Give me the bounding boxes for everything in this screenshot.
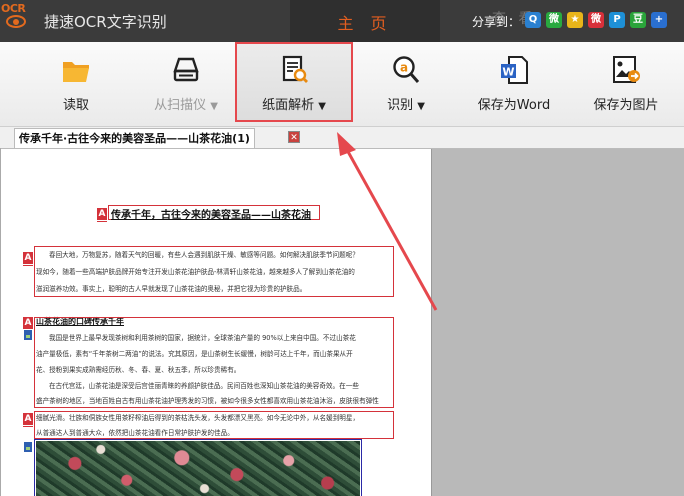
- paragraph-line: 春回大地，万物复苏，随着天气的回暖，有些人会遇到肌肤干燥、敏感等问题。如何解决肌…: [49, 251, 359, 259]
- chevron-down-icon: ▼: [210, 101, 218, 112]
- page-parse-button[interactable]: 纸面解析 ▼: [237, 42, 351, 126]
- camellia-photo: [36, 441, 360, 496]
- paragraph-line: 现如今，随着一些高端护肤品牌开始专注开发山茶花油护肤品-林清轩山茶花油，越来越多…: [36, 268, 355, 276]
- paragraph-line: 花、授粉到果实成熟需经历秋、冬、春、夏、秋五季，所以珍贵稀有。: [36, 366, 241, 374]
- save-word-label: 保存为Word: [477, 98, 551, 113]
- share-label: 分享到：: [472, 15, 521, 29]
- folder-icon: [63, 62, 89, 82]
- scan-label-text: 从扫描仪: [154, 98, 207, 113]
- document-analysis-icon: [282, 55, 308, 83]
- save-image-button[interactable]: 保存为图片: [580, 42, 672, 126]
- tab-home[interactable]: 主 页: [290, 0, 440, 42]
- tab-home-label: 主 页: [337, 14, 393, 33]
- scanner-icon: [173, 57, 199, 82]
- document-tab[interactable]: 传承千年·古往今来的美容圣品——山茶花油(1): [14, 128, 255, 148]
- tencent-weibo-icon[interactable]: P: [609, 12, 625, 28]
- title-bar: OCR 捷速OCR文字识别 主 页 查 看 分享到： Q 微 ★ 微 P 豆 +: [0, 0, 684, 42]
- read-button[interactable]: 读取: [36, 42, 116, 126]
- document-preview[interactable]: A 传承千年，古往今来的美容圣品——山茶花油 A 春回大地，万物复苏，随着天气的…: [1, 149, 430, 496]
- chevron-down-icon: ▼: [318, 101, 326, 112]
- word-file-icon: W: [501, 56, 528, 84]
- save-image-label: 保存为图片: [593, 98, 659, 113]
- text-region-icon: A: [23, 252, 33, 266]
- svg-text:a: a: [400, 61, 408, 75]
- image-file-icon: [613, 56, 640, 83]
- qzone-icon[interactable]: ★: [567, 12, 583, 28]
- close-icon[interactable]: ✕: [288, 131, 300, 143]
- result-pane[interactable]: [431, 149, 684, 496]
- eye-icon: [6, 15, 26, 28]
- document-tab-bar: 传承千年·古往今来的美容圣品——山茶花油(1) ✕: [0, 127, 684, 149]
- recognize-label: 识别 ▼: [368, 94, 444, 113]
- text-region-icon: A: [23, 317, 33, 331]
- app-title: 捷速OCR文字识别: [44, 13, 167, 31]
- text-region-icon: A: [23, 413, 33, 427]
- logo-text: OCR: [1, 2, 26, 15]
- page-parse-label-text: 纸面解析: [262, 98, 315, 113]
- more-share-icon[interactable]: +: [651, 12, 667, 28]
- save-word-button[interactable]: W 保存为Word: [468, 42, 560, 126]
- paragraph-line: 我国是世界上最早发现茶树和利用茶树的国家，据统计，全球茶油产量的 90%以上来自…: [49, 334, 356, 342]
- paragraph-line: 滋润滋养功效。事实上，聪明的古人早就发现了山茶花油的奥秘，并把它视为珍贵的护肤品…: [36, 285, 307, 293]
- scan-label: 从扫描仪 ▼: [136, 94, 236, 113]
- svg-text:W: W: [502, 66, 514, 79]
- recognize-label-text: 识别: [387, 98, 414, 113]
- paragraph-line: 盛产茶树的地区，当地百姓自古有用山茶花油护理秀发的习惯，被如今很多女性都喜欢用山…: [36, 397, 379, 405]
- paragraph-line: 油产量极低，素有“千年茶树二两油”的说法。究其原因，是山茶树生长缓慢，树龄可达上…: [36, 350, 353, 358]
- image-region-icon: [23, 441, 33, 453]
- recognize-button[interactable]: a 识别 ▼: [368, 42, 444, 126]
- main-toolbar: 读取 从扫描仪 ▼ 纸面解析 ▼ a 识别 ▼ W 保存为Word 保存为图片: [0, 42, 684, 127]
- chevron-down-icon: ▼: [417, 101, 425, 112]
- document-title: 传承千年，古往今来的美容圣品——山茶花油: [111, 210, 311, 221]
- magnifier-icon: a: [393, 56, 420, 83]
- app-logo: OCR: [0, 0, 34, 40]
- page-parse-label: 纸面解析 ▼: [237, 94, 351, 113]
- qq-icon[interactable]: Q: [525, 12, 541, 28]
- weibo-icon[interactable]: 微: [588, 12, 604, 28]
- douban-icon[interactable]: 豆: [630, 12, 646, 28]
- wechat-icon[interactable]: 微: [546, 12, 562, 28]
- text-region-icon: A: [97, 208, 107, 222]
- scan-button[interactable]: 从扫描仪 ▼: [136, 42, 236, 126]
- read-label: 读取: [62, 98, 89, 113]
- image-region-icon: [23, 329, 33, 341]
